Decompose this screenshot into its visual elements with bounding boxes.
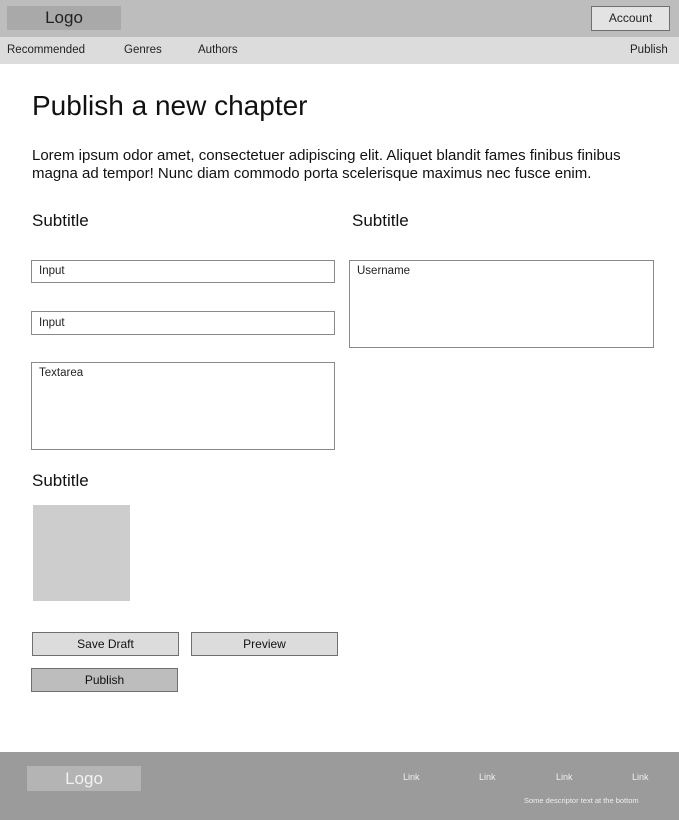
footer-link[interactable]: Link: [479, 772, 496, 782]
nav-item-publish[interactable]: Publish: [630, 37, 668, 64]
image-subtitle: Subtitle: [32, 471, 89, 490]
input-field-1[interactable]: Input: [31, 260, 335, 283]
input-field-2[interactable]: Input: [31, 311, 335, 335]
header-logo[interactable]: Logo: [7, 6, 121, 30]
publish-button[interactable]: Publish: [31, 668, 178, 692]
save-draft-button[interactable]: Save Draft: [32, 632, 179, 656]
nav-bar: Recommended Genres Authors Publish: [0, 37, 679, 64]
footer-descriptor: Some descriptor text at the bottom: [524, 796, 639, 805]
page-title: Publish a new chapter: [32, 90, 308, 121]
footer-logo[interactable]: Logo: [27, 766, 141, 791]
right-subtitle: Subtitle: [352, 211, 409, 230]
left-subtitle: Subtitle: [32, 211, 89, 230]
nav-item-recommended[interactable]: Recommended: [7, 37, 85, 64]
intro-text: Lorem ipsum odor amet, consectetuer adip…: [32, 147, 621, 182]
nav-item-authors[interactable]: Authors: [198, 37, 238, 64]
top-bar: Logo Account: [0, 0, 679, 37]
footer-link[interactable]: Link: [632, 772, 649, 782]
nav-item-genres[interactable]: Genres: [124, 37, 162, 64]
preview-button[interactable]: Preview: [191, 632, 338, 656]
footer-link[interactable]: Link: [403, 772, 420, 782]
textarea-field[interactable]: Textarea: [31, 362, 335, 450]
account-button[interactable]: Account: [591, 6, 670, 31]
username-field[interactable]: Username: [349, 260, 654, 348]
footer: Logo Link Link Link Link Some descriptor…: [0, 752, 679, 820]
image-placeholder[interactable]: [33, 505, 130, 601]
footer-link[interactable]: Link: [556, 772, 573, 782]
